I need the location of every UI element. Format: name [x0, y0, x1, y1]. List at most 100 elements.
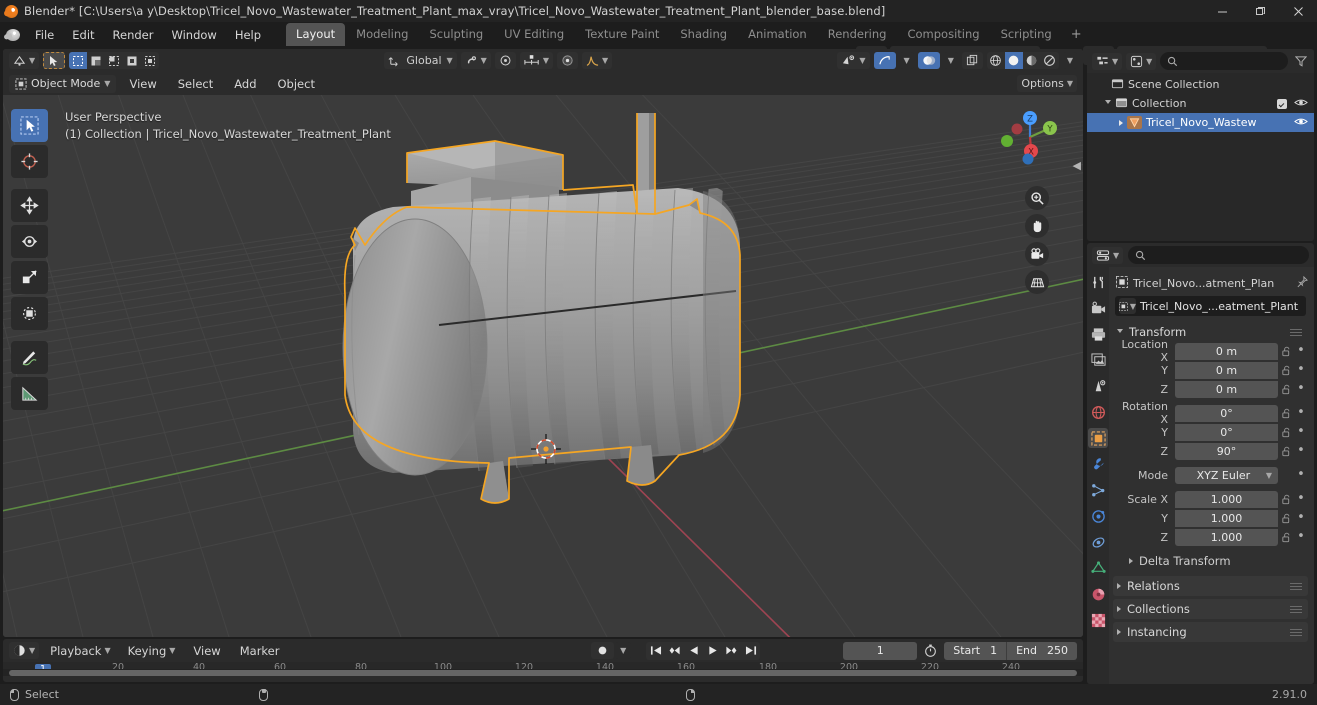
select-mode-group[interactable] [69, 52, 160, 69]
menu-help[interactable]: Help [226, 25, 270, 45]
viewport-menu-object[interactable]: Object [270, 76, 323, 92]
rotate-tool-icon[interactable] [11, 225, 48, 258]
rotation-x-animate-icon[interactable]: • [1294, 406, 1308, 419]
menu-edit[interactable]: Edit [63, 25, 103, 45]
stopwatch-icon[interactable] [922, 641, 939, 660]
location-z-field[interactable]: 0 m [1175, 380, 1278, 398]
properties-search-input[interactable] [1128, 246, 1309, 264]
outliner-row-scene-collection[interactable]: Scene Collection [1087, 75, 1314, 94]
scale-z-field[interactable]: 1.000 [1175, 528, 1278, 546]
zoom-icon[interactable] [1025, 186, 1049, 210]
location-y-lock-icon[interactable] [1278, 365, 1294, 376]
outliner-editor-type-icon[interactable]: ▼ [1092, 52, 1123, 70]
eye-icon[interactable] [1294, 116, 1308, 130]
play-reverse-icon[interactable] [684, 642, 703, 660]
timeline-menu-keying[interactable]: Keying ▼ [122, 643, 182, 659]
current-frame-field[interactable]: 1 [843, 641, 918, 660]
blender-menu-logo-icon[interactable] [0, 28, 26, 41]
rotation-y-lock-icon[interactable] [1278, 427, 1294, 438]
chevron-right-icon[interactable] [1119, 119, 1123, 126]
panel-header-relations[interactable]: Relations [1113, 576, 1308, 596]
proportional-editing-icon[interactable] [494, 52, 516, 69]
rotation-z-lock-icon[interactable] [1278, 446, 1294, 457]
panel-header-instancing[interactable]: Instancing [1113, 622, 1308, 642]
end-frame-field[interactable]: End 250 [1006, 641, 1077, 660]
outliner-tree[interactable]: Scene Collection Collection Tricel_Novo_… [1087, 73, 1314, 241]
physics-tab-icon[interactable] [1088, 506, 1108, 526]
close-icon[interactable] [1279, 0, 1317, 22]
panel-header-delta-transform[interactable]: Delta Transform [1113, 551, 1308, 570]
pan-hand-icon[interactable] [1025, 214, 1049, 238]
select-box-icon[interactable] [43, 52, 66, 69]
snap-target-icon[interactable]: ▼ [519, 52, 553, 69]
snap-magnet-icon[interactable]: ▼ [460, 52, 491, 69]
tab-shading[interactable]: Shading [670, 23, 737, 46]
shading-mode-group[interactable] [986, 52, 1059, 69]
tab-compositing[interactable]: Compositing [897, 23, 989, 46]
jump-to-prev-keyframe-icon[interactable] [665, 642, 684, 660]
object-mode-dropdown[interactable]: Object Mode ▼ [9, 74, 117, 93]
rotation-y-animate-icon[interactable]: • [1294, 425, 1308, 438]
tab-layout[interactable]: Layout [286, 23, 346, 46]
show-gizmo-icon[interactable]: ▼ [837, 52, 870, 69]
scale-x-field[interactable]: 1.000 [1175, 490, 1278, 508]
menu-file[interactable]: File [26, 25, 63, 45]
collection-exclude-checkbox[interactable] [1277, 98, 1287, 109]
material-preview-icon[interactable] [1023, 52, 1041, 69]
panel-header-collections[interactable]: Collections [1113, 599, 1308, 619]
navigation-gizmo[interactable]: Z Y X [1000, 107, 1060, 167]
render-tab-icon[interactable] [1088, 298, 1108, 318]
annotate-tool-icon[interactable] [11, 341, 48, 374]
play-icon[interactable] [703, 642, 722, 660]
modifier-tab-icon[interactable] [1088, 454, 1108, 474]
xray-icon[interactable] [917, 52, 940, 69]
wireframe-icon[interactable] [987, 52, 1005, 69]
location-z-animate-icon[interactable]: • [1294, 382, 1308, 395]
menu-render[interactable]: Render [104, 25, 163, 45]
timeline-menu-view[interactable]: View [186, 643, 227, 659]
object-name-value[interactable]: Tricel_Novo_...eatment_Plant [1140, 300, 1298, 313]
material-tab-icon[interactable] [1088, 584, 1108, 604]
timeline-editor[interactable]: ▼ Playback ▼ Keying ▼ View Marker ▼ 1 St… [3, 639, 1083, 682]
transform-orientation-dropdown[interactable]: Global ▼ [384, 52, 457, 69]
rotation-mode-dropdown[interactable]: XYZ Euler ▼ [1175, 466, 1278, 484]
maximize-icon[interactable] [1241, 0, 1279, 22]
viewport-menu-add[interactable]: Add [226, 76, 264, 92]
rotation-x-lock-icon[interactable] [1278, 408, 1294, 419]
scale-y-field[interactable]: 1.000 [1175, 509, 1278, 527]
scale-y-animate-icon[interactable]: • [1294, 511, 1308, 524]
sidebar-collapse-arrow-icon[interactable]: ◀ [1073, 159, 1081, 172]
grid-ortho-icon[interactable] [1025, 270, 1049, 294]
extend-icon[interactable] [87, 52, 105, 69]
camera-icon[interactable] [1025, 242, 1049, 266]
shading-dropdown-icon[interactable]: ▼ [1062, 52, 1077, 69]
pin-icon[interactable] [1296, 275, 1308, 291]
overlays-icon[interactable] [873, 52, 896, 69]
jump-to-end-icon[interactable] [741, 642, 760, 660]
viewport-canvas[interactable] [3, 95, 1083, 637]
menu-window[interactable]: Window [162, 25, 225, 45]
properties-editor-type-icon[interactable]: ▼ [1092, 246, 1124, 264]
rotation-z-animate-icon[interactable]: • [1294, 444, 1308, 457]
location-x-lock-icon[interactable] [1278, 346, 1294, 357]
tweak-tool-icon[interactable] [11, 109, 48, 142]
rotation-x-field[interactable]: 0° [1175, 404, 1278, 422]
viewport-copy-icon[interactable] [961, 52, 983, 69]
editor-type-icon[interactable]: ▼ [9, 52, 40, 69]
timeline-editor-type-icon[interactable]: ▼ [9, 642, 40, 659]
set-new-icon[interactable] [69, 52, 88, 69]
rotation-mode-animate-icon[interactable]: • [1294, 468, 1308, 481]
funnel-icon[interactable] [1292, 52, 1309, 71]
chevron-down-icon[interactable] [1105, 100, 1111, 107]
outliner-row-object[interactable]: Tricel_Novo_Wastew [1087, 113, 1314, 132]
tab-rendering[interactable]: Rendering [818, 23, 897, 46]
object-tab-icon[interactable] [1088, 428, 1108, 448]
3d-viewport[interactable]: ▼ Global ▼ ▼ ▼ ▼ ▼ ▼ ▼ ▼ Object Mode ▼ V… [3, 49, 1083, 637]
location-x-animate-icon[interactable]: • [1294, 344, 1308, 357]
scale-x-animate-icon[interactable]: • [1294, 492, 1308, 505]
jump-to-start-icon[interactable] [646, 642, 665, 660]
tool-tab-icon[interactable] [1088, 272, 1108, 292]
overlays-dropdown-icon[interactable]: ▼ [899, 52, 914, 69]
intersect-icon[interactable] [141, 52, 159, 69]
object-browse-icon[interactable]: ▼ [1119, 298, 1136, 314]
